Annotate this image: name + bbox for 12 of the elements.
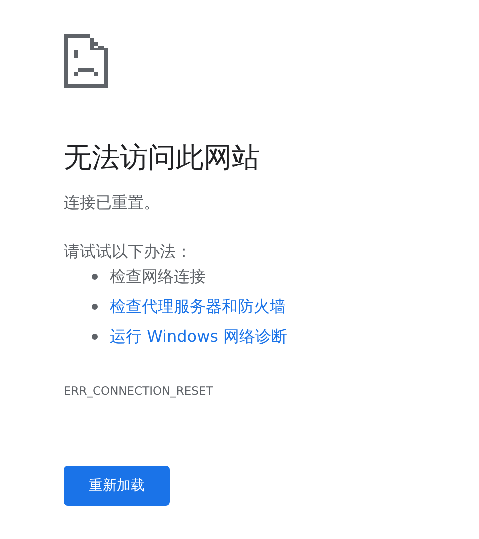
error-message: 连接已重置。 [64,193,160,213]
page-heading: 无法访问此网站 [64,140,260,176]
bullet-icon [92,334,98,340]
reload-button[interactable]: 重新加载 [64,466,170,506]
error-code: ERR_CONNECTION_RESET [64,384,214,398]
bullet-icon [92,274,98,280]
suggestion-text: 检查网络连接 [110,266,206,288]
suggestion-link[interactable]: 检查代理服务器和防火墙 [110,296,286,318]
sad-page-icon [64,34,108,88]
suggestion-link[interactable]: 运行 Windows 网络诊断 [110,326,288,348]
bullet-icon [92,304,98,310]
suggestions-intro: 请试试以下办法： [64,242,192,262]
